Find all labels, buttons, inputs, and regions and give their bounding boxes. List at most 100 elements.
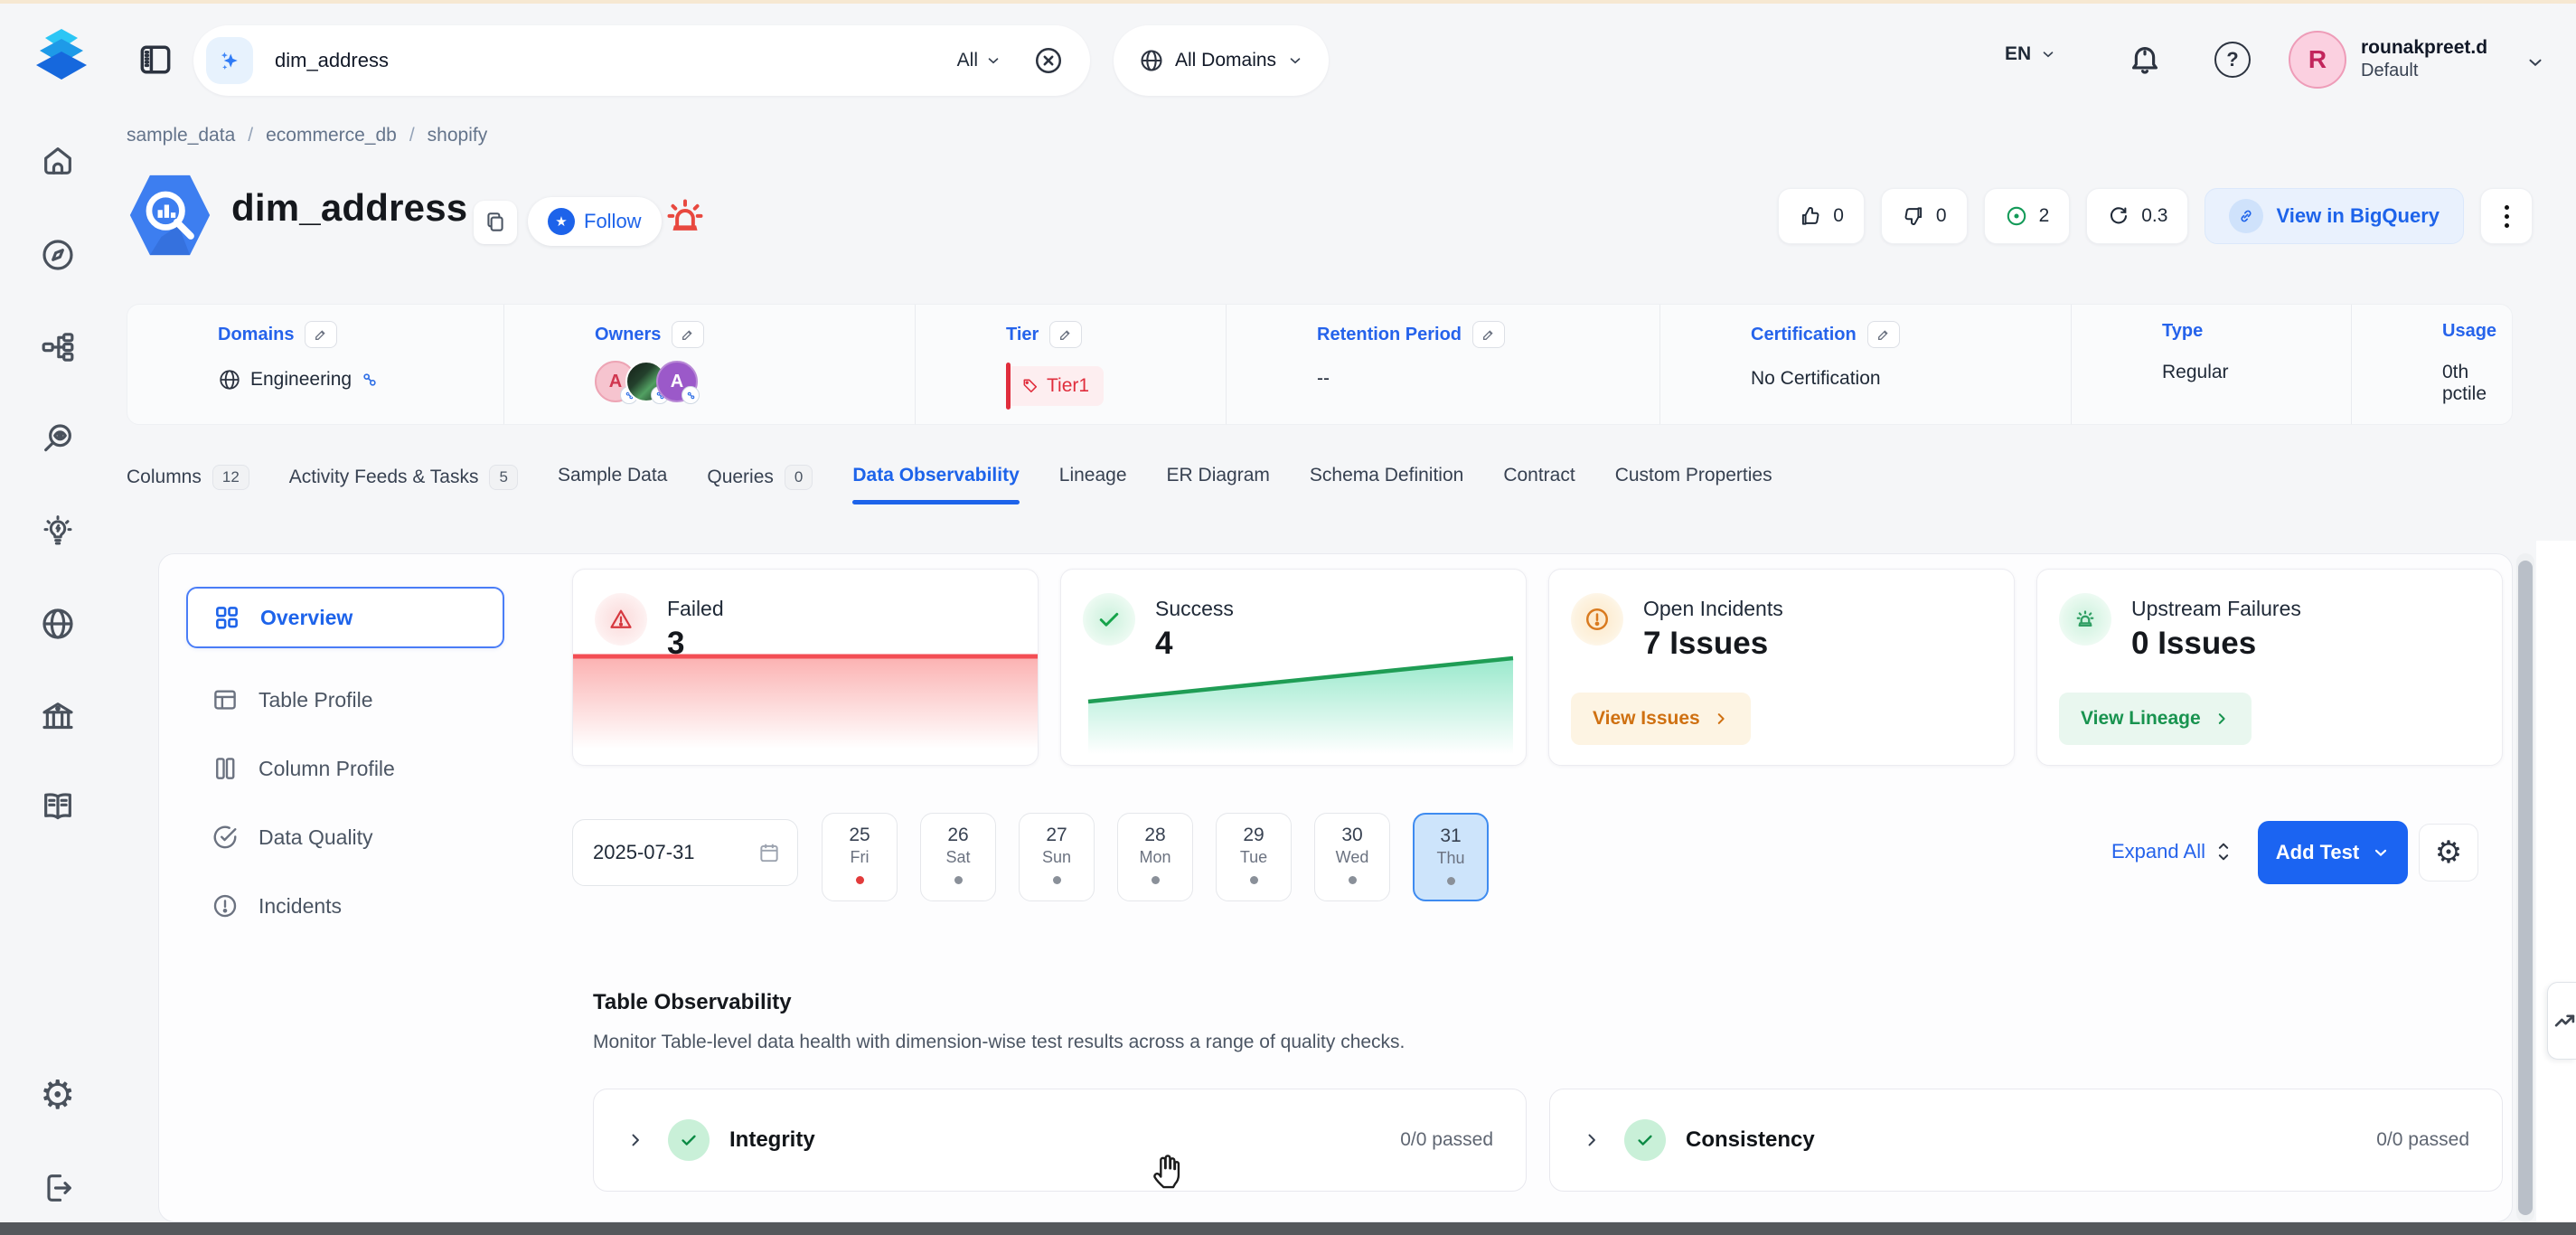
tab-data-observability[interactable]: Data Observability [852, 465, 1019, 504]
bottom-bar [0, 1222, 2576, 1235]
breadcrumb: sample_data / ecommerce_db / shopify [127, 125, 487, 146]
failed-card: Failed 3 [572, 569, 1039, 766]
breadcrumb-item[interactable]: shopify [428, 125, 488, 146]
governance-bank-icon[interactable] [40, 698, 76, 734]
app-logo[interactable] [33, 25, 90, 85]
popularity-button[interactable]: 0.3 [2086, 188, 2188, 244]
tab-sample-data[interactable]: Sample Data [558, 465, 667, 504]
domain-filter-dropdown[interactable]: All Domains [1114, 25, 1329, 96]
day-chip-27[interactable]: 27Sun [1019, 813, 1095, 901]
view-lineage-button[interactable]: View Lineage [2059, 693, 2252, 745]
tab-columns[interactable]: Columns12 [127, 465, 249, 508]
edit-certification-icon[interactable] [1867, 321, 1900, 348]
alert-circle-icon [212, 892, 239, 919]
trend-line-icon [2553, 1009, 2576, 1032]
clear-search-icon[interactable] [1032, 44, 1065, 77]
warning-triangle-icon [595, 593, 647, 646]
subnav-table-profile[interactable]: Table Profile [186, 674, 504, 726]
logout-icon[interactable] [40, 1170, 76, 1206]
globe-icon[interactable] [40, 606, 76, 642]
day-chip-26[interactable]: 26Sat [920, 813, 996, 901]
add-test-button[interactable]: Add Test [2258, 821, 2408, 884]
bigquery-asset-icon [127, 172, 213, 259]
status-dot [954, 876, 963, 884]
tab-er-diagram[interactable]: ER Diagram [1167, 465, 1270, 504]
settings-gear-icon[interactable]: ⚙ [40, 1076, 75, 1116]
user-menu[interactable]: rounakpreet.d Default [2361, 36, 2487, 82]
chevron-right-icon [1713, 711, 1729, 727]
metadata-usage: Usage 0th pctile [2351, 305, 2512, 424]
date-picker-input[interactable]: 2025-07-31 [572, 819, 798, 886]
tab-lineage[interactable]: Lineage [1059, 465, 1127, 504]
app-root: ⚙ dim_address All [0, 0, 2576, 1235]
observability-search-icon[interactable] [40, 421, 76, 457]
user-avatar[interactable]: R [2289, 31, 2346, 89]
breadcrumb-item[interactable]: sample_data [127, 125, 235, 146]
chevron-right-icon[interactable] [626, 1131, 644, 1149]
workflow-icon[interactable] [40, 329, 76, 365]
check-icon [668, 1119, 710, 1161]
upstream-failures-card: Upstream Failures 0 Issues View Lineage [2036, 569, 2503, 766]
dimension-consistency[interactable]: Consistency 0/0 passed [1549, 1089, 2503, 1192]
page-title: dim_address [231, 186, 467, 230]
refresh-icon [2107, 204, 2130, 228]
expand-all-button[interactable]: Expand All [2111, 840, 2233, 863]
view-issues-button[interactable]: View Issues [1571, 693, 1751, 745]
edit-owners-icon[interactable] [672, 321, 704, 348]
glossary-book-icon[interactable] [40, 788, 76, 825]
edit-tier-icon[interactable] [1049, 321, 1082, 348]
help-icon[interactable]: ? [2214, 42, 2251, 78]
downvote-button[interactable]: 0 [1881, 188, 1968, 244]
breadcrumb-item[interactable]: ecommerce_db [266, 125, 397, 146]
watchers-button[interactable]: 2 [1984, 188, 2071, 244]
status-dot [1152, 876, 1160, 884]
edit-retention-icon[interactable] [1472, 321, 1505, 348]
tab-custom-properties[interactable]: Custom Properties [1615, 465, 1772, 504]
global-search[interactable]: dim_address All [193, 25, 1090, 96]
edit-domains-icon[interactable] [305, 321, 337, 348]
follow-button[interactable]: ★ Follow [528, 197, 662, 246]
search-input[interactable]: dim_address [275, 49, 957, 72]
insights-bulb-icon[interactable] [40, 514, 76, 550]
copy-name-icon[interactable] [474, 201, 517, 244]
day-chip-31-selected[interactable]: 31Thu [1413, 813, 1489, 901]
compass-icon[interactable] [40, 237, 76, 273]
domain-value[interactable]: Engineering [218, 368, 503, 391]
metadata-strip: Domains Engineering Owners [127, 304, 2513, 425]
subnav-data-quality[interactable]: Data Quality [186, 811, 504, 863]
home-icon[interactable] [40, 143, 76, 179]
lineage-flyout-tab[interactable] [2547, 982, 2576, 1060]
tab-schema-definition[interactable]: Schema Definition [1310, 465, 1463, 504]
star-icon: ★ [548, 208, 575, 235]
upvote-button[interactable]: 0 [1778, 188, 1865, 244]
owner-avatar[interactable]: A [656, 361, 698, 402]
status-dot [856, 876, 864, 884]
day-chip-30[interactable]: 30Wed [1314, 813, 1390, 901]
chevron-right-icon[interactable] [1583, 1131, 1601, 1149]
search-scope-dropdown[interactable]: All [957, 50, 1001, 71]
day-chip-29[interactable]: 29Tue [1216, 813, 1292, 901]
tier-badge[interactable]: Tier1 [1006, 363, 1226, 410]
language-selector[interactable]: EN [2005, 43, 2056, 65]
observability-settings-gear-icon[interactable]: ⚙ [2419, 824, 2478, 881]
tab-contract[interactable]: Contract [1503, 465, 1575, 504]
chevron-down-icon [2040, 46, 2056, 62]
view-in-bigquery-button[interactable]: View in BigQuery [2205, 188, 2464, 244]
sidebar-toggle-icon[interactable] [136, 40, 175, 80]
dimension-integrity[interactable]: Integrity 0/0 passed [593, 1089, 1527, 1192]
tab-activity-feeds[interactable]: Activity Feeds & Tasks5 [289, 465, 518, 508]
subnav-incidents[interactable]: Incidents [186, 880, 504, 932]
subnav-column-profile[interactable]: Column Profile [186, 742, 504, 795]
day-chip-28[interactable]: 28Mon [1117, 813, 1193, 901]
tab-queries[interactable]: Queries0 [707, 465, 813, 508]
asset-header-actions: 0 0 2 0.3 View in BigQue [1778, 188, 2533, 244]
alert-siren-icon[interactable] [660, 192, 710, 242]
check-circle-icon [212, 824, 239, 851]
user-workspace: Default [2361, 60, 2487, 82]
scrollbar-thumb[interactable] [2518, 561, 2533, 1215]
day-chip-25[interactable]: 25Fri [822, 813, 898, 901]
user-menu-chevron-icon[interactable] [2525, 52, 2545, 72]
notifications-bell-icon[interactable] [2126, 40, 2164, 78]
subnav-overview[interactable]: Overview [186, 587, 504, 648]
more-actions-kebab-icon[interactable] [2480, 188, 2533, 244]
